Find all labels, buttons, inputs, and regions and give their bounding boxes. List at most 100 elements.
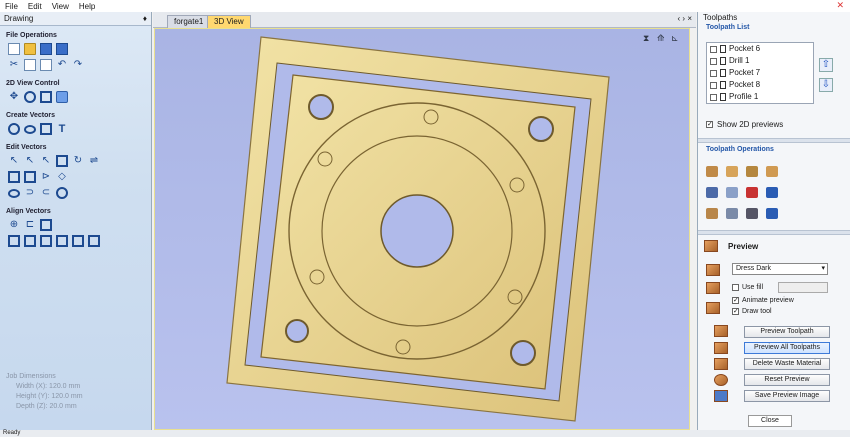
save-toolpath-icon[interactable] (766, 187, 778, 198)
edit-toolpath-icon[interactable] (706, 187, 718, 198)
toolpath-checkbox[interactable] (710, 57, 717, 65)
tab-3d-view[interactable]: 3D View (207, 15, 251, 28)
preview-all-toolpaths-button[interactable]: Preview All Toolpaths (744, 342, 830, 354)
show-2d-previews[interactable]: ✓ Show 2D previews (706, 120, 783, 129)
animate-preview-option[interactable]: ✓ Animate preview (732, 297, 794, 304)
mirror-icon[interactable]: ⇌ (88, 155, 100, 167)
draw-rectangle-icon[interactable] (40, 123, 52, 135)
delete-toolpath-icon[interactable] (746, 187, 758, 198)
tab-forgate1[interactable]: forgate1 (167, 15, 211, 28)
draw-tool-option[interactable]: ✓ Draw tool (732, 308, 772, 315)
fill-icon (706, 282, 720, 294)
view-tab-bar: forgate1 3D View ‹ › × (153, 12, 696, 28)
size-icon[interactable] (56, 155, 68, 167)
align-h-center-icon[interactable] (40, 235, 52, 247)
profile-toolpath-icon[interactable] (706, 166, 718, 177)
pocket-toolpath-icon[interactable] (726, 166, 738, 177)
zoom-box-icon[interactable] (40, 91, 52, 103)
subtract-icon[interactable]: ⊃ (24, 187, 36, 199)
node-edit-icon[interactable]: ↖ (24, 155, 36, 167)
toolpath-checkbox[interactable] (710, 81, 717, 89)
intersect-icon[interactable]: ⊂ (40, 187, 52, 199)
offset-icon[interactable] (56, 187, 68, 199)
move-down-icon[interactable]: ⇩ (819, 78, 833, 92)
origin-icon[interactable] (746, 208, 758, 219)
paste-icon[interactable] (40, 59, 52, 71)
pin-icon[interactable]: ♦ (143, 12, 147, 25)
draw-tool-checkbox[interactable]: ✓ (732, 308, 739, 315)
save-as-icon[interactable] (56, 43, 68, 55)
redo-icon[interactable]: ↷ (72, 59, 84, 71)
toolpath-checkbox[interactable] (710, 93, 717, 101)
pan-icon[interactable]: ✥ (8, 91, 20, 103)
toolpath-item[interactable]: Pocket 7 (707, 67, 813, 79)
undo-icon[interactable]: ↶ (56, 59, 68, 71)
align-vectors-heading: Align Vectors (6, 208, 51, 215)
menu-file[interactable]: File (0, 2, 23, 11)
draw-circle-icon[interactable] (8, 123, 20, 135)
group-icon[interactable] (8, 171, 20, 183)
menu-help[interactable]: Help (74, 2, 100, 11)
show-2d-checkbox[interactable]: ✓ (706, 121, 713, 128)
select-icon[interactable]: ↖ (8, 155, 20, 167)
material-icon (706, 264, 720, 276)
delete-waste-button[interactable]: Delete Waste Material (744, 358, 830, 370)
ungroup-icon[interactable] (24, 171, 36, 183)
zoom-icon[interactable] (24, 91, 36, 103)
menu-view[interactable]: View (47, 2, 74, 11)
3d-viewport[interactable]: ⧗ ⟰ ⊾ (154, 28, 690, 430)
toolpath-list[interactable]: Pocket 6 Drill 1 Pocket 7 Pocket 8 Profi… (706, 42, 814, 104)
reset-preview-button[interactable]: Reset Preview (744, 374, 830, 386)
toolpath-icon (720, 93, 726, 101)
save-icon[interactable] (40, 43, 52, 55)
center-bore (380, 194, 454, 268)
draw-ellipse-icon[interactable] (24, 125, 36, 134)
new-file-icon[interactable] (8, 43, 20, 55)
join-icon[interactable]: ⊳ (40, 171, 52, 183)
align-middle-icon[interactable] (40, 219, 52, 231)
move-up-icon[interactable]: ⇧ (819, 58, 833, 72)
close-button[interactable]: Close (748, 415, 792, 427)
edit-vectors-row-3: ⊃ ⊂ (0, 186, 151, 202)
distribute-icon[interactable] (88, 235, 100, 247)
open-folder-icon[interactable] (24, 43, 36, 55)
toolpath-item[interactable]: Drill 1 (707, 55, 813, 67)
align-center-icon[interactable]: ⊕ (8, 219, 20, 231)
preview-toolpath-button[interactable]: Preview Toolpath (744, 326, 830, 338)
material-select[interactable]: Dress Dark (732, 263, 828, 275)
recalculate-icon[interactable] (726, 187, 738, 198)
align-left-icon[interactable]: ⊏ (24, 219, 36, 231)
window-close-icon[interactable]: ✕ (836, 0, 844, 11)
transform-icon[interactable]: ↖ (40, 155, 52, 167)
rotate-icon[interactable]: ↻ (72, 155, 84, 167)
toolpath-checkbox[interactable] (710, 69, 717, 77)
job-setup-icon[interactable] (726, 208, 738, 219)
drill-toolpath-icon[interactable] (746, 166, 758, 177)
file-ops-row-2: ✂ ↶ ↷ (0, 58, 151, 74)
save-preview-image-button[interactable]: Save Preview Image (744, 390, 830, 402)
align-bottom-icon[interactable] (24, 235, 36, 247)
align-top-icon[interactable] (8, 235, 20, 247)
close-vector-icon[interactable]: ◇ (56, 171, 68, 183)
summary-icon[interactable] (766, 208, 778, 219)
machined-part-preview (226, 36, 610, 422)
draw-text-icon[interactable]: T (56, 123, 68, 135)
fill-color-select[interactable] (778, 282, 828, 293)
toolpath-item[interactable]: Pocket 8 (707, 79, 813, 91)
use-fill-option[interactable]: Use fill (732, 284, 763, 291)
weld-icon[interactable] (8, 189, 20, 198)
menu-edit[interactable]: Edit (23, 2, 47, 11)
align-v-center-icon[interactable] (56, 235, 68, 247)
tool-database-icon[interactable] (706, 208, 718, 219)
zoom-all-icon[interactable] (56, 91, 68, 103)
tab-controls[interactable]: ‹ › × (678, 14, 692, 23)
use-fill-checkbox[interactable] (732, 284, 739, 291)
animate-checkbox[interactable]: ✓ (732, 297, 739, 304)
toolpath-item[interactable]: Profile 1 (707, 91, 813, 103)
toolpath-item[interactable]: Pocket 6 (707, 43, 813, 55)
vcarve-toolpath-icon[interactable] (766, 166, 778, 177)
cut-icon[interactable]: ✂ (8, 59, 20, 71)
align-right-icon[interactable] (72, 235, 84, 247)
copy-icon[interactable] (24, 59, 36, 71)
toolpath-checkbox[interactable] (710, 45, 717, 53)
